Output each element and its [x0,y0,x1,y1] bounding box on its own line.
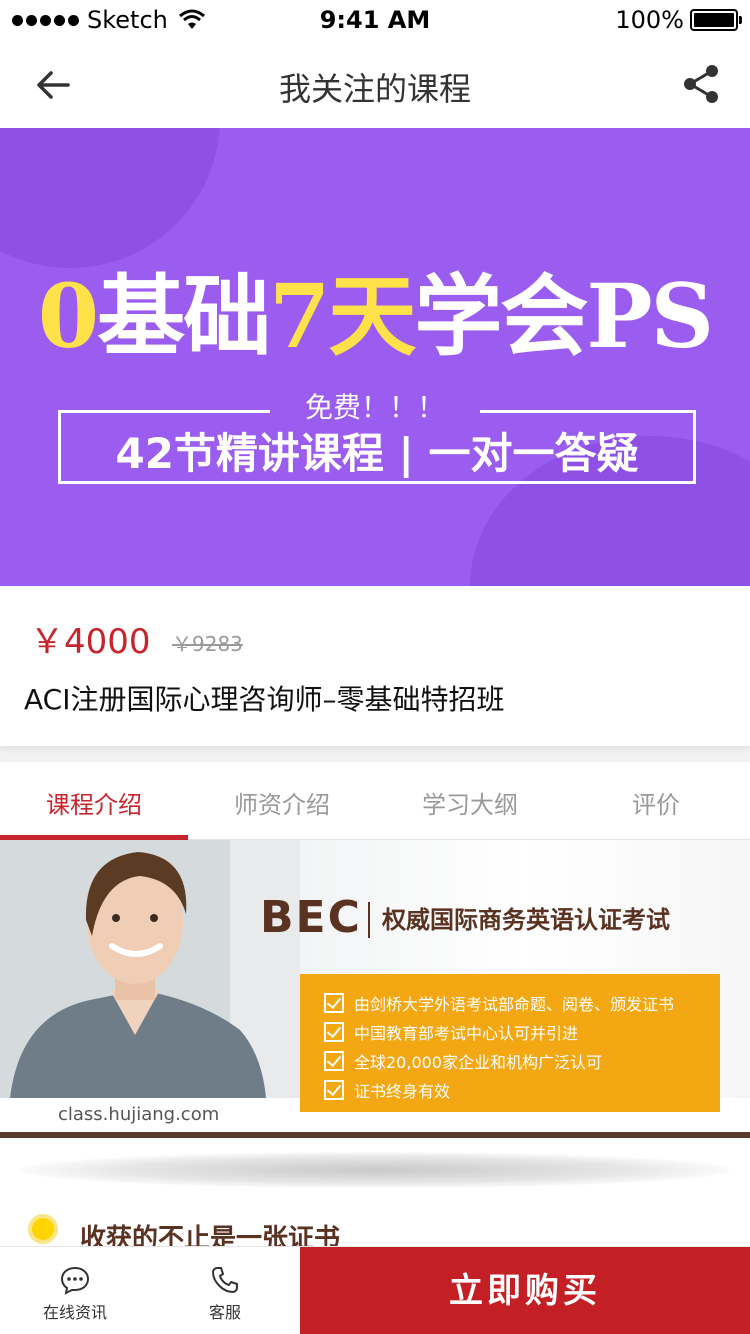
share-icon[interactable] [680,62,724,106]
tab-teachers[interactable]: 师资介绍 [188,762,376,840]
banner-headline-basics: 基础 [97,264,271,368]
course-banner: 0基础7天学会PS 免费！！！ 42节精讲课程 | 一对一答疑 [0,128,750,586]
bec-source-url: class.hujiang.com [58,1104,220,1125]
consult-button[interactable]: 在线资讯 [0,1247,150,1334]
tab-bar: 课程介绍 师资介绍 学习大纲 评价 [0,762,750,840]
bottom-action-bar: 在线资讯 客服 立即购买 [0,1246,750,1334]
course-title: ACI注册国际心理咨询师–零基础特招班 [24,683,505,716]
service-label: 客服 [208,1303,241,1322]
consult-label: 在线资讯 [42,1303,107,1322]
phone-icon [212,1267,238,1293]
buy-now-button[interactable]: 立即购买 [300,1247,750,1334]
bullet-dot-icon [28,1214,58,1244]
banner-headline-days: 7天 [269,264,416,368]
course-info-card: ￥4000 ￥9283 ACI注册国际心理咨询师–零基础特招班 [0,586,750,746]
course-price: ￥4000 [30,622,151,662]
chat-bubble-icon [60,1266,90,1295]
banner-headline-ps: 学会PS [414,264,714,368]
checkbox-icon [324,1050,344,1071]
bonus-section: 收获的不止是一张证书 [0,1138,750,1254]
bec-feature-item: 中国教育部考试中心认可并引进 [324,1017,720,1046]
bec-feature-item: 证书终身有效 [324,1075,720,1104]
bec-promo-image: class.hujiang.com BEC 权威国际商务英语认证考试 由剑桥大学… [0,840,750,1138]
checkbox-icon [324,992,344,1013]
bec-logo-divider [368,902,370,938]
tab-syllabus[interactable]: 学习大纲 [376,762,564,840]
bec-feature-text: 由剑桥大学外语考试部命题、阅卷、颁发证书 [354,994,675,1014]
person-photo [0,840,300,1098]
checkbox-icon [324,1021,344,1042]
battery-icon [690,9,742,31]
bec-logo: BEC [260,892,362,943]
bec-feature-text: 中国教育部考试中心认可并引进 [354,1023,579,1043]
status-bar: Sketch 9:41 AM 100% [0,0,750,40]
bec-feature-item: 全球20,000家企业和机构广泛认可 [324,1046,720,1075]
checkbox-icon [324,1079,344,1100]
bec-feature-item: 由剑桥大学外语考试部命题、阅卷、颁发证书 [324,988,720,1017]
bec-feature-box: 由剑桥大学外语考试部命题、阅卷、颁发证书 中国教育部考试中心认可并引进 全球20… [300,974,720,1112]
bec-tagline: 权威国际商务英语认证考试 [382,906,670,934]
battery-percent: 100% [615,6,684,34]
page-title: 我关注的课程 [278,70,471,108]
banner-headline: 0基础7天学会PS [0,246,750,373]
course-original-price: ￥9283 [172,632,243,656]
nav-bar: 我关注的课程 [0,40,750,128]
banner-headline-zero: 0 [37,264,99,368]
bec-feature-text: 证书终身有效 [354,1081,451,1101]
battery-indicator: 100% [615,6,742,34]
tab-course-intro[interactable]: 课程介绍 [0,762,188,840]
shadow-divider [20,1152,730,1188]
banner-subline: 42节精讲课程 | 一对一答疑 [115,429,639,478]
customer-service-button[interactable]: 客服 [150,1247,300,1334]
bec-feature-text: 全球20,000家企业和机构广泛认可 [354,1052,602,1072]
tab-reviews[interactable]: 评价 [562,762,750,840]
